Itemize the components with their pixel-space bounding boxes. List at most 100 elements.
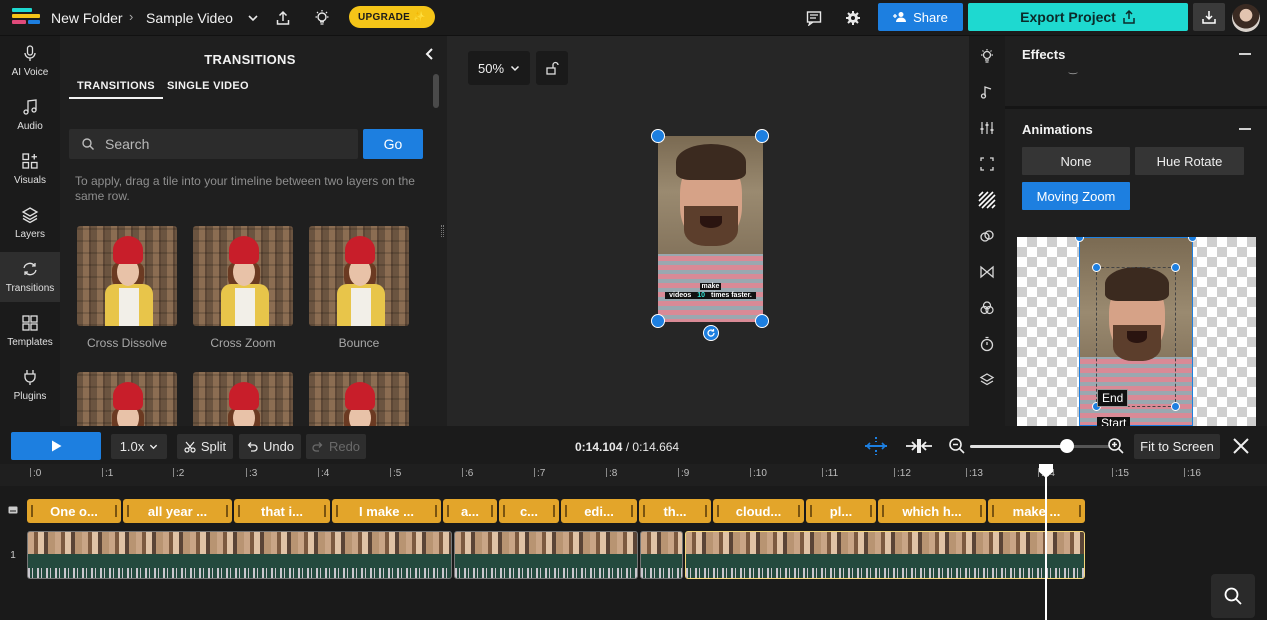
end-handle[interactable]	[1092, 263, 1101, 272]
animation-none-button[interactable]: None	[1022, 147, 1130, 175]
breadcrumb-folder[interactable]: New Folder	[51, 10, 123, 26]
settings-gear-icon[interactable]	[843, 8, 863, 28]
share-button[interactable]: Share	[878, 3, 963, 31]
tab-single-video[interactable]: SINGLE VIDEO	[167, 80, 249, 92]
subtitle-clip[interactable]: th...	[639, 499, 711, 523]
export-project-button[interactable]: Export Project	[968, 3, 1188, 31]
upgrade-button[interactable]: UPGRADE ✨	[349, 6, 435, 28]
timer-icon[interactable]	[977, 334, 997, 354]
end-handle[interactable]	[1171, 263, 1180, 272]
undo-button[interactable]: Undo	[239, 434, 301, 459]
rail-item-plugins[interactable]: Plugins	[0, 360, 60, 410]
subtitle-clip[interactable]: that i...	[234, 499, 330, 523]
lightbulb-icon[interactable]	[977, 46, 997, 66]
tab-transitions[interactable]: TRANSITIONS	[69, 80, 163, 99]
animation-moving-zoom-button[interactable]: Moving Zoom	[1022, 182, 1130, 210]
chevron-down-icon[interactable]	[243, 8, 263, 28]
transition-tile[interactable]	[309, 372, 409, 426]
zoom-value: 50%	[477, 60, 505, 76]
transition-bowtie-icon[interactable]	[977, 262, 997, 282]
project-name[interactable]: Sample Video	[146, 10, 233, 26]
video-layer[interactable]: make videos 10 times faster.	[658, 136, 763, 322]
resize-handle-bottom-left[interactable]	[651, 314, 665, 328]
subtitle-clip[interactable]: pl...	[806, 499, 876, 523]
effects-collapse-icon[interactable]	[1239, 53, 1251, 55]
split-button[interactable]: Split	[177, 434, 233, 459]
zoom-select[interactable]: 50%	[468, 51, 530, 85]
zoom-out-icon[interactable]	[948, 437, 966, 458]
video-clip[interactable]	[640, 531, 683, 579]
subtitle-clip[interactable]: One o...	[27, 499, 121, 523]
resize-handle-bottom-right[interactable]	[755, 314, 769, 328]
transition-tile-cross-zoom[interactable]: Cross Zoom	[193, 226, 293, 350]
resize-handle-top-left[interactable]	[651, 129, 665, 143]
panel-resize-handle[interactable]	[441, 225, 444, 237]
resize-handle-top-right[interactable]	[755, 129, 769, 143]
subtitle-clip[interactable]: a...	[443, 499, 497, 523]
video-clip[interactable]	[454, 531, 638, 579]
end-handle[interactable]	[1171, 402, 1180, 411]
rail-item-transitions[interactable]: Transitions	[0, 252, 60, 302]
animations-collapse-icon[interactable]	[1239, 128, 1251, 130]
transition-tile[interactable]	[193, 372, 293, 426]
play-button[interactable]	[11, 432, 101, 460]
transitions-panel: TRANSITIONS TRANSITIONS SINGLE VIDEO Go …	[60, 36, 447, 426]
rail-item-ai-voice[interactable]: AI Voice	[0, 36, 60, 86]
share-label: Share	[913, 9, 948, 25]
app-logo-icon[interactable]	[12, 8, 40, 28]
search-input[interactable]	[105, 136, 335, 152]
go-button[interactable]: Go	[363, 129, 423, 159]
close-timeline-icon[interactable]	[1232, 437, 1250, 458]
lightbulb-icon[interactable]	[312, 8, 332, 28]
color-circles-icon[interactable]	[977, 298, 997, 318]
start-handle[interactable]	[1188, 237, 1197, 242]
transition-tile[interactable]	[77, 372, 177, 426]
audio-note-icon[interactable]	[977, 82, 997, 102]
subtitle-clip[interactable]: cloud...	[713, 499, 804, 523]
snap-magnet-icon[interactable]	[863, 436, 889, 459]
redo-button[interactable]: Redo	[306, 434, 366, 459]
crop-frame-icon[interactable]	[977, 154, 997, 174]
layers-stack-icon[interactable]	[977, 370, 997, 390]
timeline[interactable]: :0 :1 :2 :3 :4 :5 :6 :7 :8 :9 :10 :11 :1…	[0, 464, 1267, 620]
subtitle-clip[interactable]: which h...	[878, 499, 986, 523]
animation-preview[interactable]: End Start	[1017, 237, 1256, 426]
rail-item-visuals[interactable]: Visuals	[0, 144, 60, 194]
add-person-icon	[893, 12, 907, 22]
rail-item-templates[interactable]: Templates	[0, 306, 60, 356]
adjust-sliders-icon[interactable]	[977, 118, 997, 138]
timeline-search-button[interactable]	[1211, 574, 1255, 618]
subtitle-clip[interactable]: c...	[499, 499, 559, 523]
collapse-gaps-icon[interactable]	[905, 437, 933, 458]
subtitle-clip[interactable]: make ...	[988, 499, 1085, 523]
playhead[interactable]	[1045, 464, 1047, 620]
rotate-handle[interactable]	[703, 325, 719, 341]
fit-to-screen-button[interactable]: Fit to Screen	[1134, 434, 1220, 459]
transition-tile-cross-dissolve[interactable]: Cross Dissolve	[77, 226, 177, 350]
subtitle-clip[interactable]: I make ...	[332, 499, 441, 523]
animations-pattern-icon[interactable]	[977, 190, 997, 210]
rail-item-layers[interactable]: Layers	[0, 198, 60, 248]
rail-item-audio[interactable]: Audio	[0, 90, 60, 140]
playback-speed-select[interactable]: 1.0x	[111, 434, 167, 459]
panel-scrollbar[interactable]	[433, 74, 439, 108]
collapse-panel-chevron-icon[interactable]	[422, 46, 438, 62]
undo-label: Undo	[262, 439, 295, 454]
zoom-in-icon[interactable]	[1107, 437, 1125, 458]
link-rings-icon[interactable]	[977, 226, 997, 246]
share-upload-icon[interactable]	[273, 8, 293, 28]
subtitle-clip[interactable]: all year ...	[123, 499, 232, 523]
animation-hue-rotate-button[interactable]: Hue Rotate	[1135, 147, 1244, 175]
download-button[interactable]	[1193, 3, 1225, 31]
video-clip[interactable]	[27, 531, 452, 579]
timeline-ruler[interactable]: :0 :1 :2 :3 :4 :5 :6 :7 :8 :9 :10 :11 :1…	[0, 464, 1267, 486]
user-avatar[interactable]	[1232, 4, 1260, 32]
preview-canvas[interactable]: 50% make videos 10 times faster.	[447, 36, 969, 426]
video-clip-selected[interactable]	[685, 531, 1085, 579]
search-field[interactable]	[69, 129, 358, 159]
timeline-zoom-knob[interactable]	[1060, 439, 1074, 453]
comments-icon[interactable]	[804, 8, 824, 28]
aspect-lock-button[interactable]	[536, 51, 568, 85]
transition-tile-bounce[interactable]: Bounce	[309, 226, 409, 350]
subtitle-clip[interactable]: edi...	[561, 499, 637, 523]
